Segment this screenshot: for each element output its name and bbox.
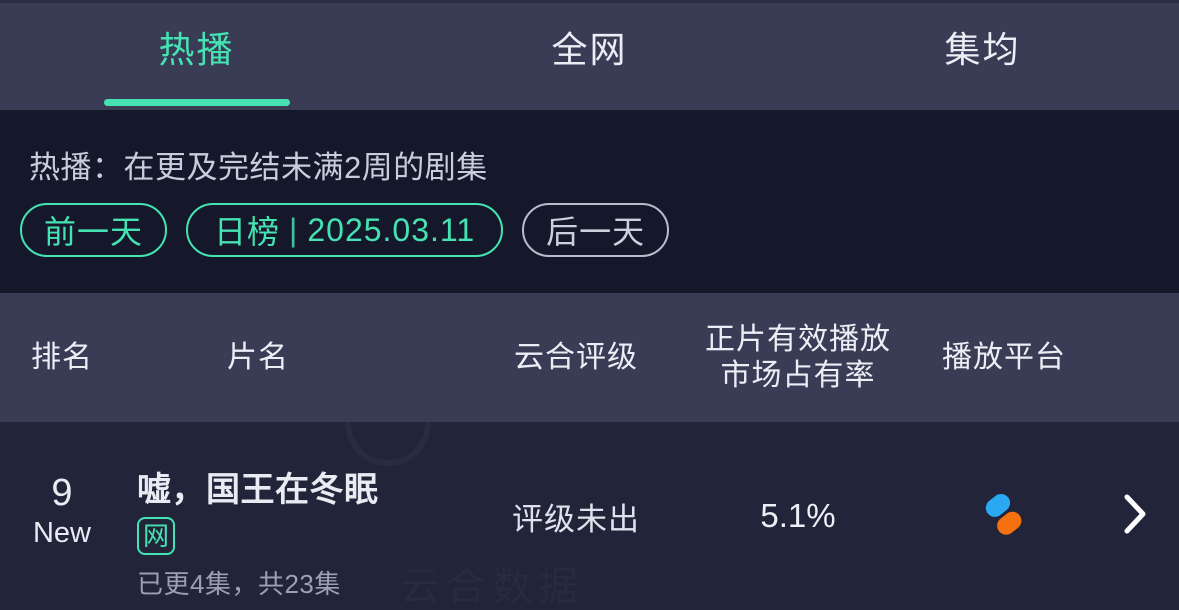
next-day-button[interactable]: 后一天	[522, 203, 670, 257]
tab-hot-play-label: 热播	[158, 28, 235, 70]
column-header-platform: 播放平台	[942, 340, 1066, 374]
column-header-rating: 云合评级	[514, 340, 638, 374]
rank-number: 9	[51, 472, 73, 514]
web-series-badge: 网	[137, 517, 175, 556]
column-header-title: 片名	[227, 340, 289, 374]
cell-market-share: 5.1%	[760, 497, 836, 534]
cell-rank: 9 New	[0, 472, 124, 549]
show-title: 嘘，国王在冬眠	[137, 471, 379, 509]
youku-logo-icon	[978, 488, 1030, 545]
next-day-label: 后一天	[546, 214, 646, 250]
table-header: 排名 片名 云合评级 正片有效播放 市场占有率 播放平台	[0, 293, 1179, 422]
tab-all-network-label: 全网	[551, 28, 628, 70]
tab-hot-play[interactable]: 热播	[0, 3, 393, 110]
date-selector-button[interactable]: 日榜 | 2025.03.11	[186, 203, 504, 257]
chevron-right-icon	[1120, 491, 1150, 542]
rank-new-tag: New	[32, 516, 91, 549]
date-separator: |	[289, 211, 299, 248]
tab-all-network[interactable]: 全网	[393, 3, 786, 110]
table-row[interactable]: 9 New 嘘，国王在冬眠 网 已更4集，共23集 评级未出 5.1%	[0, 422, 1179, 610]
tab-bar: 热播 全网 集均	[0, 3, 1179, 110]
filter-zone: 热播：在更及完结未满2周的剧集 前一天 日榜 | 2025.03.11 后一天	[0, 110, 1179, 293]
date-scope-label: 日榜	[214, 214, 281, 250]
tab-episode-average-label: 集均	[944, 28, 1021, 70]
cell-rating: 评级未出	[512, 501, 640, 537]
app-screen: 热播 全网 集均 热播：在更及完结未满2周的剧集 前一天 日榜 | 2025.0…	[0, 0, 1179, 610]
filter-description: 热播：在更及完结未满2周的剧集	[29, 150, 488, 185]
date-value: 2025.03.11	[307, 211, 476, 248]
previous-day-button[interactable]: 前一天	[20, 203, 168, 257]
table-body: 云合数据 9 New 嘘，国王在冬眠 网 已更4集，共23集 评级未出 5.1%	[0, 422, 1179, 610]
active-tab-indicator	[103, 99, 290, 106]
date-navigation: 前一天 日榜 | 2025.03.11 后一天	[20, 203, 670, 257]
cell-platform	[904, 422, 1104, 610]
episode-progress: 已更4集，共23集	[137, 569, 341, 600]
previous-day-label: 前一天	[44, 214, 144, 250]
column-header-rank: 排名	[31, 340, 93, 374]
column-header-share: 正片有效播放 市场占有率	[705, 323, 891, 392]
cell-title: 嘘，国王在冬眠 网 已更4集，共23集	[137, 471, 447, 601]
tab-episode-average[interactable]: 集均	[786, 3, 1179, 110]
row-detail-button[interactable]	[1104, 422, 1166, 610]
